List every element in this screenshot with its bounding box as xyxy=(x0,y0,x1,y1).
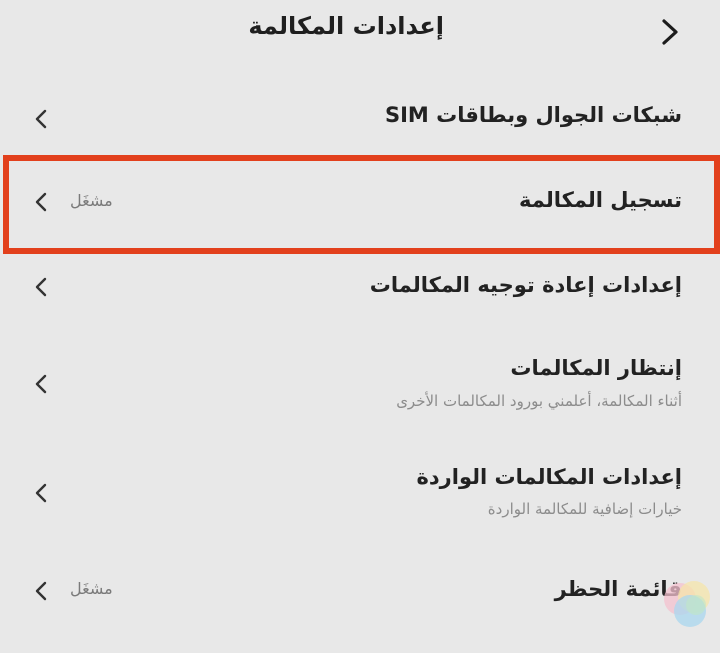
chevron-left-icon xyxy=(35,374,47,394)
chevron-left-icon xyxy=(35,277,47,297)
row-title: إنتظار المكالمات xyxy=(510,356,682,380)
status-label: مشغَل xyxy=(70,579,113,598)
back-chevron-icon[interactable] xyxy=(655,14,685,50)
row-subtitle: أثناء المكالمة، أعلمني بورود المكالمات ا… xyxy=(396,392,682,410)
page-title: إعدادات المكالمة xyxy=(248,12,444,40)
status-label: مشغَل xyxy=(70,191,113,210)
row-subtitle: خيارات إضافية للمكالمة الواردة xyxy=(487,500,682,518)
row-title: إعدادات إعادة توجيه المكالمات xyxy=(369,273,682,297)
watermark-logo-icon xyxy=(664,581,710,627)
header-bar: إعدادات المكالمة xyxy=(0,0,720,68)
settings-row-call-waiting[interactable]: إنتظار المكالمات أثناء المكالمة، أعلمني … xyxy=(0,340,720,428)
chevron-left-icon xyxy=(35,109,47,129)
chevron-left-icon xyxy=(35,581,47,601)
chevron-left-icon xyxy=(35,483,47,503)
row-title: شبكات الجوال وبطاقات SIM xyxy=(384,103,682,127)
row-title: إعدادات المكالمات الواردة xyxy=(416,465,683,489)
settings-row-incoming-calls[interactable]: إعدادات المكالمات الواردة خيارات إضافية … xyxy=(0,449,720,537)
settings-row-call-forwarding[interactable]: إعدادات إعادة توجيه المكالمات xyxy=(0,256,720,318)
settings-row-call-recording[interactable]: تسجيل المكالمة مشغَل xyxy=(0,161,720,241)
row-title: تسجيل المكالمة xyxy=(519,188,682,212)
settings-row-sim-networks[interactable]: شبكات الجوال وبطاقات SIM xyxy=(0,88,720,150)
chevron-left-icon xyxy=(35,192,47,212)
settings-row-block-list[interactable]: قائمة الحظر مشغَل xyxy=(0,560,720,622)
